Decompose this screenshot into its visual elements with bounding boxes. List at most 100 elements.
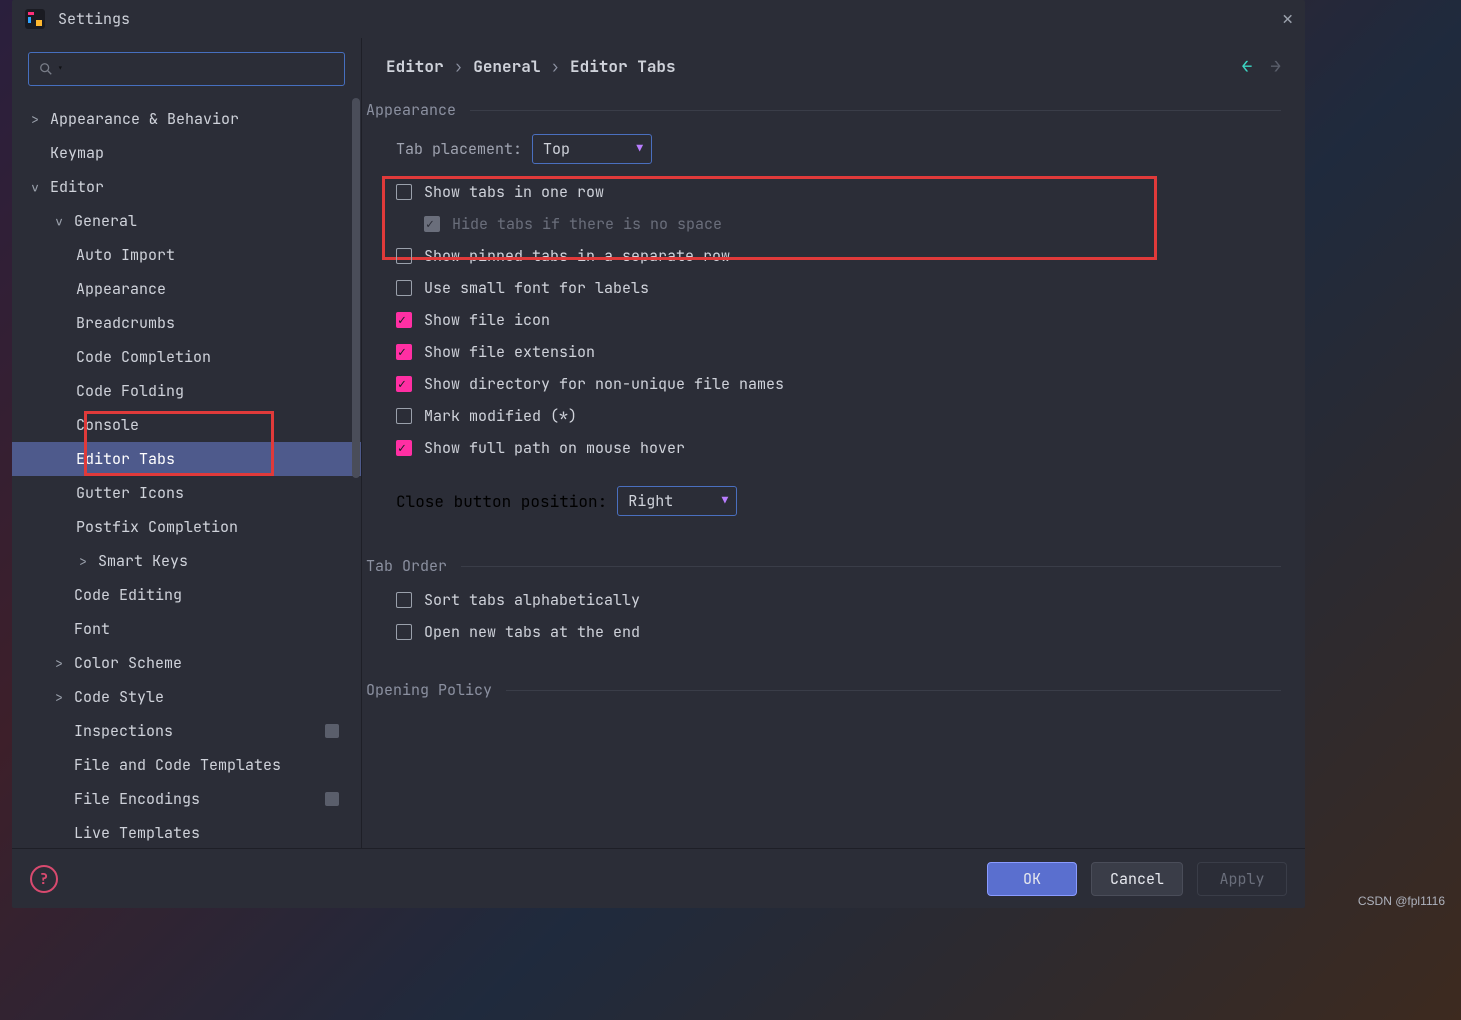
select-value: Top — [543, 139, 570, 159]
watermark: CSDN @fpl1116 — [1358, 894, 1445, 908]
tree-item-label: Code Folding — [76, 381, 184, 401]
checkbox-row[interactable]: Show pinned tabs in a separate row — [396, 246, 1281, 266]
tree-item-label: Inspections — [74, 721, 173, 741]
sidebar: ▾ >Appearance & Behavior Keymap∨Editor∨G… — [12, 38, 362, 848]
checkbox-label: Hide tabs if there is no space — [452, 214, 722, 234]
tree-item-label: Postfix Completion — [76, 517, 238, 537]
content-pane: Editor › General › Editor Tabs ← → Appea… — [362, 38, 1305, 848]
tree-item-label: Smart Keys — [98, 551, 188, 571]
tree-item[interactable]: > Code Style — [12, 680, 361, 714]
divider — [470, 110, 1281, 111]
checkbox-label: Show full path on mouse hover — [424, 438, 685, 458]
checkbox-row[interactable]: Show tabs in one row — [396, 182, 1281, 202]
tree-item[interactable]: Code Completion — [12, 340, 361, 374]
tree-item[interactable]: Editor Tabs — [12, 442, 361, 476]
checkbox-label: Open new tabs at the end — [424, 622, 640, 642]
tree-item-label: Editor Tabs — [76, 449, 175, 469]
tree-item[interactable]: ∨Editor — [12, 170, 361, 204]
checkbox[interactable] — [396, 376, 412, 392]
tree-item[interactable]: File and Code Templates — [12, 748, 361, 782]
tree-item-label: Code Editing — [74, 585, 182, 605]
breadcrumb-item[interactable]: General — [473, 56, 540, 77]
ok-button[interactable]: OK — [987, 862, 1077, 896]
tab-placement-label: Tab placement: — [396, 139, 522, 159]
nav-back-icon[interactable]: ← — [1241, 55, 1252, 78]
tree-item-label: Appearance — [76, 279, 166, 299]
divider — [461, 566, 1281, 567]
search-dropdown-icon[interactable]: ▾ — [57, 62, 64, 76]
checkbox[interactable] — [396, 248, 412, 264]
breadcrumb-item: Editor Tabs — [570, 56, 676, 77]
tree-item-label: Code Style — [74, 687, 164, 707]
settings-dialog: Settings ✕ ▾ >Appearance & Behavior Keym… — [12, 0, 1305, 908]
close-button-position-label: Close button position: — [396, 491, 607, 512]
tree-item[interactable]: Postfix Completion — [12, 510, 361, 544]
checkbox-row[interactable]: Show full path on mouse hover — [396, 438, 1281, 458]
tree-item[interactable]: Appearance — [12, 272, 361, 306]
checkbox[interactable] — [396, 184, 412, 200]
section-title: Opening Policy — [366, 680, 492, 700]
help-icon[interactable]: ? — [30, 865, 58, 893]
checkbox-label: Mark modified (*) — [424, 406, 577, 426]
checkbox-label: Show file extension — [424, 342, 595, 362]
section-title: Appearance — [366, 100, 456, 120]
search-input[interactable]: ▾ — [28, 52, 345, 86]
tree-item-label: Font — [74, 619, 110, 639]
scope-badge-icon — [325, 792, 339, 806]
checkbox-row[interactable]: Show file icon — [396, 310, 1281, 330]
section-title: Tab Order — [366, 556, 447, 576]
chevron-right-icon: > — [52, 655, 66, 672]
tree-item[interactable]: >Appearance & Behavior — [12, 102, 361, 136]
nav-forward-icon: → — [1270, 55, 1281, 78]
checkbox-row[interactable]: Sort tabs alphabetically — [396, 590, 1281, 610]
scrollbar-thumb[interactable] — [352, 98, 360, 478]
checkbox-row[interactable]: Open new tabs at the end — [396, 622, 1281, 642]
chevron-right-icon: > — [52, 689, 66, 706]
checkbox-row[interactable]: Mark modified (*) — [396, 406, 1281, 426]
breadcrumb-item[interactable]: Editor — [386, 56, 444, 77]
tab-placement-select[interactable]: Top ▼ — [532, 134, 652, 164]
checkbox-row: Hide tabs if there is no space — [424, 214, 1281, 234]
section-tab-order: Tab Order — [362, 556, 1281, 576]
tree-item[interactable]: Breadcrumbs — [12, 306, 361, 340]
settings-tree[interactable]: >Appearance & Behavior Keymap∨Editor∨Gen… — [12, 96, 361, 848]
tree-item[interactable]: Keymap — [12, 136, 361, 170]
tree-item[interactable]: File Encodings — [12, 782, 361, 816]
checkbox[interactable] — [396, 312, 412, 328]
checkbox[interactable] — [396, 440, 412, 456]
tree-item[interactable]: ∨General — [12, 204, 361, 238]
tree-item-label: File Encodings — [74, 789, 200, 809]
tree-item-label: Breadcrumbs — [76, 313, 175, 333]
tree-item[interactable]: Code Editing — [12, 578, 361, 612]
chevron-right-icon: › — [454, 56, 464, 77]
tree-item-label: Console — [76, 415, 139, 435]
tree-item[interactable]: >Smart Keys — [12, 544, 361, 578]
checkbox[interactable] — [396, 624, 412, 640]
close-icon[interactable]: ✕ — [1282, 8, 1293, 31]
tree-item[interactable]: Live Templates — [12, 816, 361, 848]
settings-scroll[interactable]: Appearance Tab placement: Top ▼ Show tab… — [362, 94, 1305, 848]
close-button-position-select[interactable]: Right ▼ — [617, 486, 737, 516]
tree-item[interactable]: Code Folding — [12, 374, 361, 408]
tree-item[interactable]: Gutter Icons — [12, 476, 361, 510]
checkbox-row[interactable]: Show directory for non-unique file names — [396, 374, 1281, 394]
checkbox[interactable] — [396, 344, 412, 360]
breadcrumb: Editor › General › Editor Tabs — [386, 56, 676, 77]
tree-item[interactable]: Console — [12, 408, 361, 442]
button-bar: ? OK Cancel Apply — [12, 848, 1305, 908]
cancel-button[interactable]: Cancel — [1091, 862, 1183, 896]
checkbox-label: Show tabs in one row — [424, 182, 604, 202]
checkbox[interactable] — [396, 280, 412, 296]
tree-item-label: Color Scheme — [74, 653, 182, 673]
checkbox[interactable] — [396, 592, 412, 608]
checkbox-row[interactable]: Show file extension — [396, 342, 1281, 362]
select-value: Right — [628, 491, 673, 511]
tree-item[interactable]: Inspections — [12, 714, 361, 748]
tree-item-label: Auto Import — [76, 245, 175, 265]
tree-item[interactable]: > Color Scheme — [12, 646, 361, 680]
checkbox-row[interactable]: Use small font for labels — [396, 278, 1281, 298]
tree-item[interactable]: Font — [12, 612, 361, 646]
checkbox[interactable] — [396, 408, 412, 424]
tree-item[interactable]: Auto Import — [12, 238, 361, 272]
checkbox-label: Show file icon — [424, 310, 550, 330]
